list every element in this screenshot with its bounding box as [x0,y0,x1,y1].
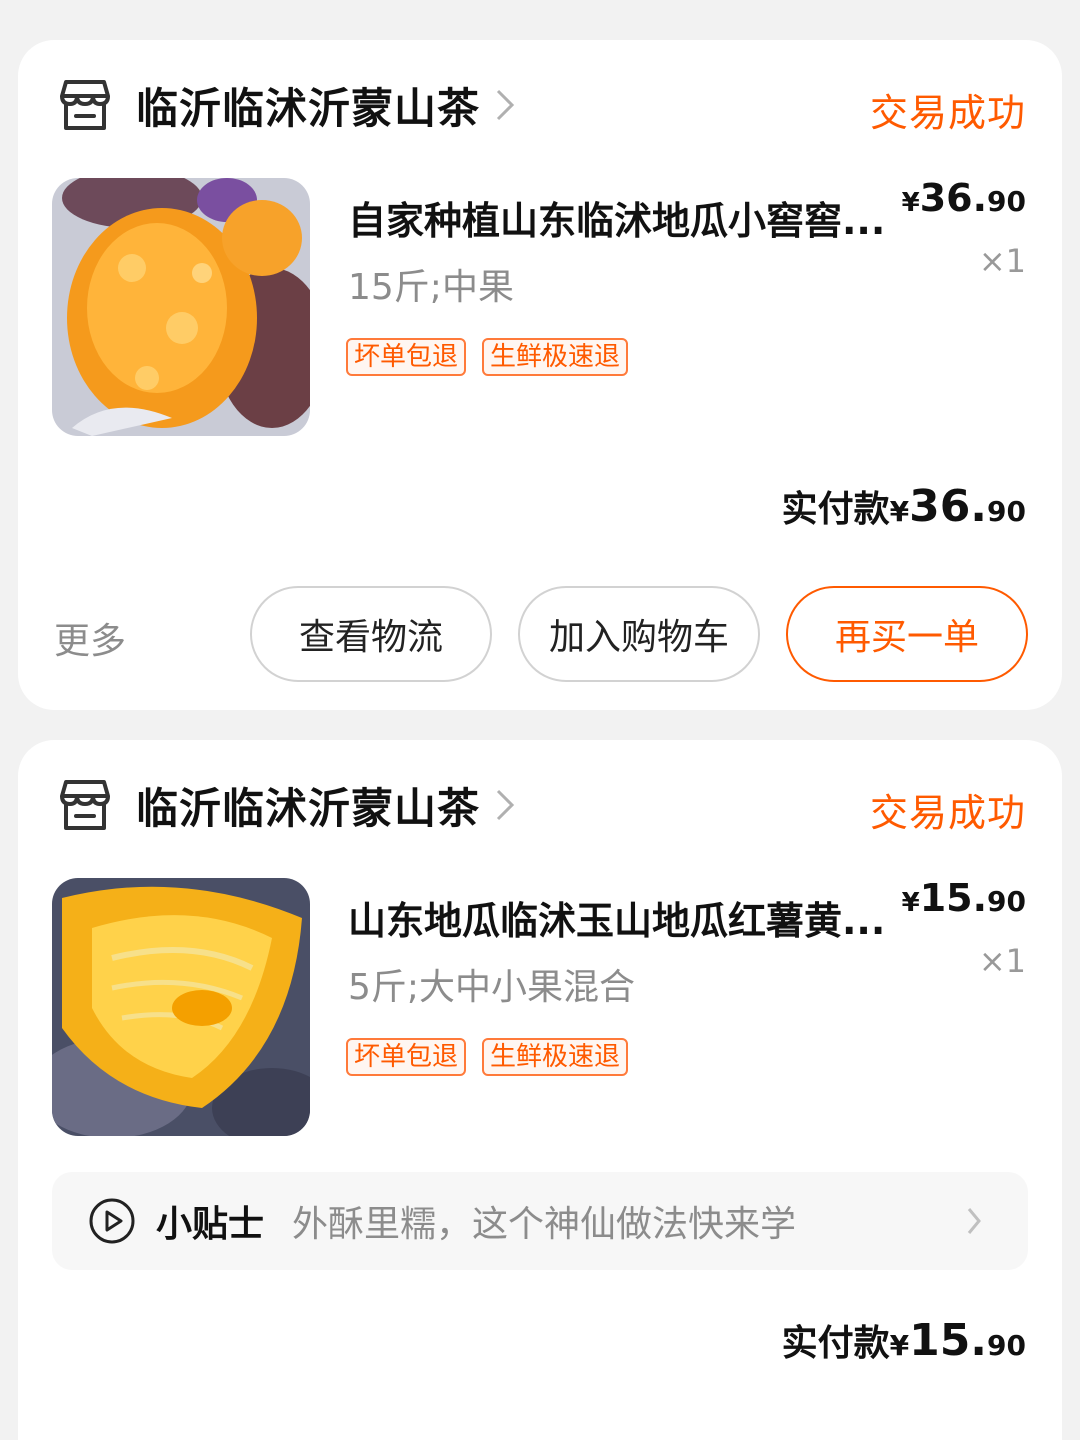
price-integer: 15. [919,876,988,920]
product-title[interactable]: 自家种植山东临沭地瓜小窖窖... [348,190,908,245]
tag-bad-return: 坏单包退 [346,1038,467,1076]
chevron-right-icon [496,89,515,121]
product-price: ¥36.90 [902,176,1026,220]
paid-amount: 实付款¥15.90 [782,1314,1026,1366]
tip-label: 小贴士 [156,1204,265,1245]
tip-text: 外酥里糯，这个神仙做法快来学 [292,1204,797,1245]
product-sku: 5斤;大中小果混合 [348,967,636,1008]
tag-bad-return: 坏单包退 [346,338,467,376]
paid-currency: ¥ [889,1329,910,1362]
paid-currency: ¥ [889,495,910,528]
paid-amount: 实付款¥36.90 [782,480,1026,532]
service-tags: 坏单包退 生鲜极速退 [346,1038,629,1076]
price-currency: ¥ [901,188,920,218]
tips-banner[interactable]: 小贴士 外酥里糯，这个神仙做法快来学 [52,1172,1028,1270]
shop-name[interactable]: 临沂临沭沂蒙山茶 [136,75,480,136]
play-circle-icon [89,1198,135,1244]
product-price: ¥15.90 [902,876,1026,920]
order-card[interactable]: 临沂临沭沂蒙山茶 交易成功 自家种植山东临沭地瓜小窖窖... ¥36.90 ×1… [18,40,1062,710]
buy-again-button[interactable]: 再买一单 [786,586,1028,682]
add-to-cart-button[interactable]: 加入购物车 [518,586,760,682]
price-decimal: 90 [987,185,1026,218]
product-image[interactable] [52,178,310,436]
order-status: 交易成功 [869,91,1026,135]
shop-header[interactable]: 临沂临沭沂蒙山茶 [54,774,516,836]
paid-integer: 36. [909,481,988,532]
order-card[interactable]: 临沂临沭沂蒙山茶 交易成功 山东地瓜临沭玉山地瓜红薯黄... ¥15.90 ×1… [18,740,1062,1440]
shop-name[interactable]: 临沂临沭沂蒙山茶 [136,775,480,836]
price-integer: 36. [919,176,988,220]
shop-icon [60,780,110,830]
order-status: 交易成功 [869,791,1026,835]
paid-integer: 15. [909,1315,988,1366]
service-tags: 坏单包退 生鲜极速退 [346,338,629,376]
product-quantity: ×1 [978,242,1026,280]
shop-header[interactable]: 临沂临沭沂蒙山茶 [54,74,516,136]
chevron-right-icon [496,789,515,821]
product-quantity: ×1 [978,942,1026,980]
tag-fresh-refund: 生鲜极速退 [482,1038,629,1076]
price-currency: ¥ [901,888,920,918]
view-logistics-button[interactable]: 查看物流 [250,586,492,682]
price-decimal: 90 [987,885,1026,918]
paid-decimal: 90 [987,1329,1026,1362]
product-image[interactable] [52,878,310,1136]
paid-label: 实付款 [781,489,890,530]
paid-decimal: 90 [987,495,1026,528]
chevron-right-icon [967,1208,981,1234]
paid-label: 实付款 [781,1323,890,1364]
more-link[interactable]: 更多 [54,612,126,664]
product-sku: 15斤;中果 [348,267,514,308]
shop-icon [60,80,110,130]
product-title[interactable]: 山东地瓜临沭玉山地瓜红薯黄... [348,890,908,945]
tag-fresh-refund: 生鲜极速退 [482,338,629,376]
